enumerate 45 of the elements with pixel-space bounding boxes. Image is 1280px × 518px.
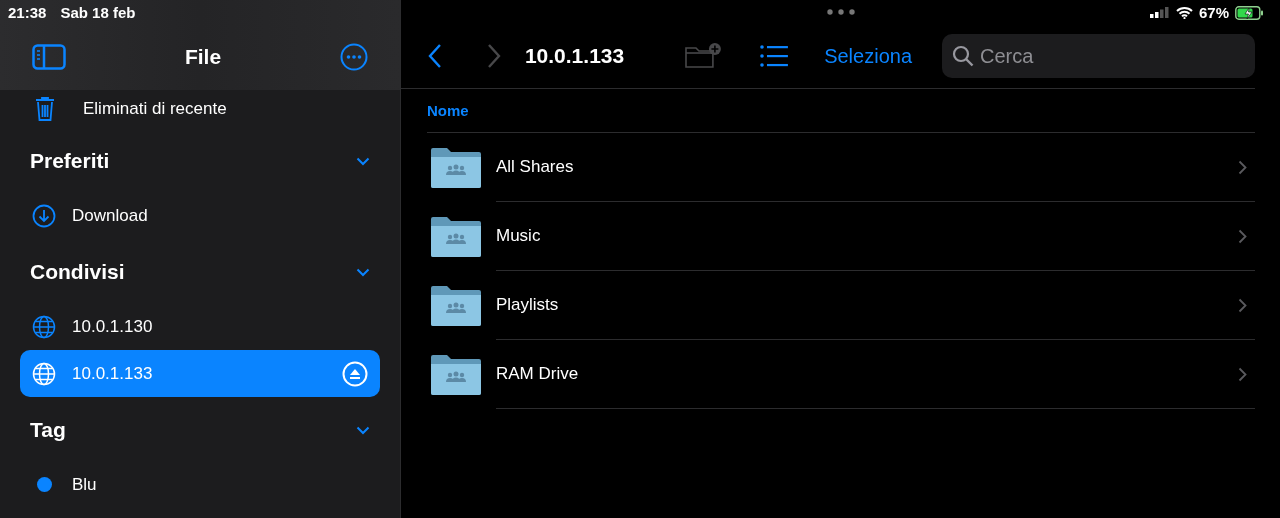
download-icon — [32, 203, 56, 228]
sidebar-toggle-icon[interactable] — [32, 44, 66, 70]
trash-icon — [35, 96, 55, 122]
multitasking-dots-icon[interactable] — [826, 9, 855, 15]
list-view-icon[interactable] — [760, 45, 789, 67]
chevron-right-icon — [1238, 366, 1247, 382]
chevron-right-icon — [1238, 228, 1247, 244]
folder-row[interactable]: Playlists — [427, 271, 1255, 340]
status-date: Sab 18 feb — [60, 3, 136, 21]
folder-row[interactable]: RAM Drive — [427, 340, 1255, 409]
globe-icon — [32, 361, 56, 386]
search-icon — [952, 45, 974, 67]
shared-folder-icon — [431, 216, 481, 257]
location-title: 10.0.1.133 — [524, 44, 626, 68]
folder-row[interactable]: All Shares — [427, 133, 1255, 202]
status-time: 21:38 — [8, 3, 47, 21]
shared-folder-icon — [431, 285, 481, 326]
search-field[interactable]: Cerca — [942, 34, 1255, 78]
section-header: Condivisi — [30, 260, 125, 284]
eject-icon[interactable] — [342, 360, 368, 387]
battery-icon — [1235, 5, 1264, 20]
sidebar-item[interactable]: 10.0.1.133 — [20, 350, 380, 397]
chevron-icon[interactable] — [356, 156, 370, 166]
chevron-right-icon — [1238, 159, 1247, 175]
section-header: Preferiti — [30, 149, 110, 173]
section-header: Tag — [30, 418, 66, 442]
chevron-icon[interactable] — [356, 425, 370, 435]
back-icon[interactable] — [428, 43, 442, 69]
more-icon[interactable] — [340, 43, 368, 71]
battery-percentage: 67% — [1198, 4, 1229, 21]
column-header[interactable]: Nome — [427, 102, 469, 119]
chevron-icon[interactable] — [356, 267, 370, 277]
sidebar-item[interactable]: Blu — [20, 461, 380, 508]
folder-row[interactable]: Music — [427, 202, 1255, 271]
shared-folder-icon — [431, 147, 481, 188]
signal-icon — [1149, 7, 1170, 18]
sidebar-item[interactable]: 10.0.1.130 — [20, 303, 380, 350]
shared-folder-icon — [431, 354, 481, 395]
sidebar-item[interactable]: Eliminati di recente — [0, 90, 400, 128]
chevron-right-icon — [1238, 297, 1247, 313]
globe-icon — [32, 314, 56, 339]
select-button[interactable]: Seleziona — [820, 40, 916, 72]
sidebar-title: File — [184, 45, 222, 69]
wifi-icon — [1175, 6, 1193, 19]
sidebar-item[interactable]: Download — [20, 192, 380, 239]
